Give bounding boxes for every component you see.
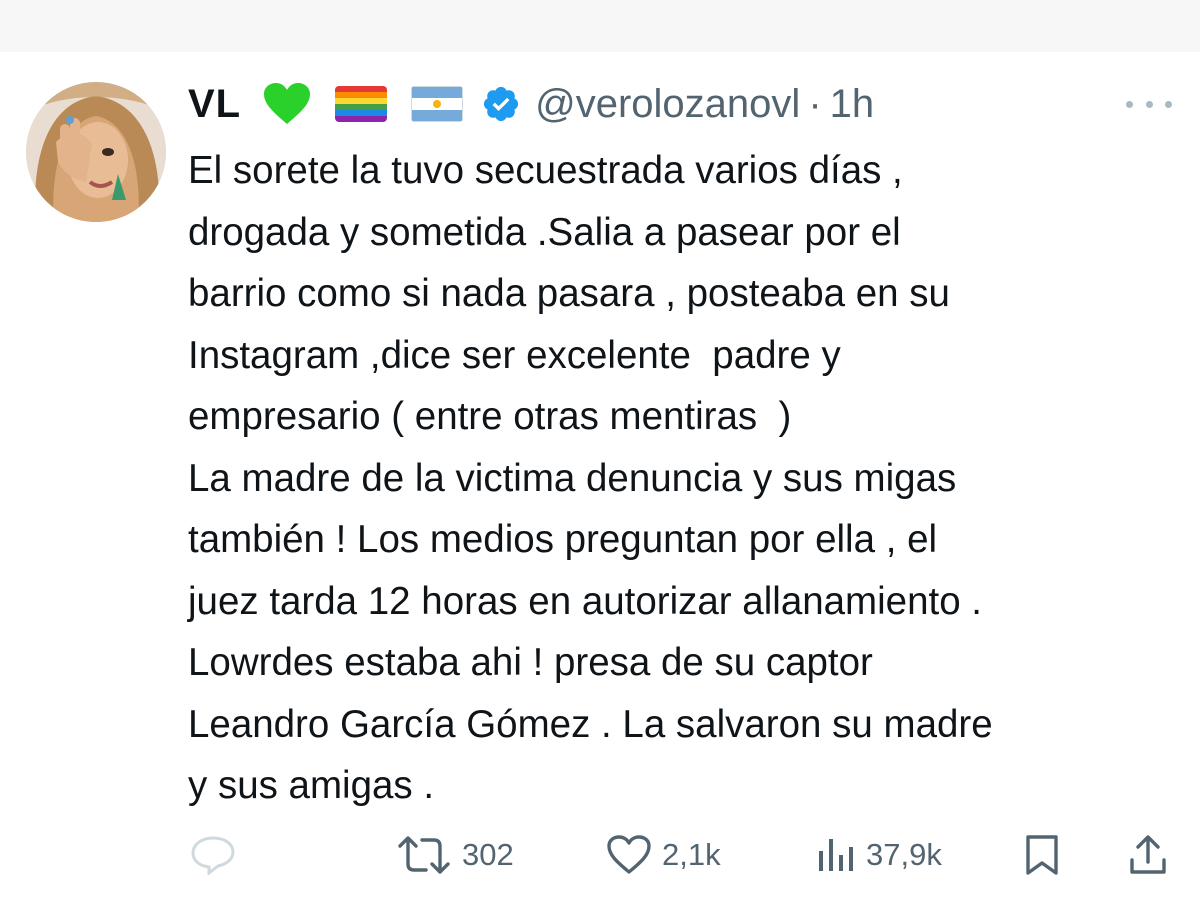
display-name[interactable]: VL	[188, 82, 241, 127]
argentina-flag-icon	[411, 86, 464, 122]
action-bar: 302 2,1k 37,9k	[0, 826, 1200, 884]
views-icon	[819, 839, 853, 871]
retweet-count: 302	[462, 837, 514, 872]
tweet-line: barrio como si nada pasara , posteaba en…	[188, 272, 950, 315]
tweet-line: drogada y sometida .Salia a pasear por e…	[188, 210, 901, 254]
more-dot	[1126, 100, 1133, 108]
tweet-line: Leandro García Gómez . La salvaron su ma…	[188, 702, 993, 746]
retweet-icon	[398, 836, 450, 874]
share-button[interactable]	[1128, 826, 1168, 884]
tweet-line: Lowrdes estaba ahi ! presa de su captor	[188, 641, 873, 684]
verified-badge-icon[interactable]	[481, 84, 521, 124]
more-dot	[1145, 100, 1153, 108]
green-heart-icon	[263, 82, 311, 126]
reply-icon	[191, 836, 235, 875]
tweet-line: también ! Los medios preguntan por ella …	[188, 518, 938, 561]
like-button[interactable]: 2,1k	[606, 826, 721, 884]
timestamp[interactable]: 1h	[830, 82, 875, 127]
more-dot	[1165, 100, 1172, 108]
heart-icon	[607, 835, 651, 874]
bookmark-icon	[1026, 835, 1058, 875]
tweet-line: El sorete la tuvo secuestrada varios día…	[188, 149, 903, 192]
bookmark-button[interactable]	[1024, 826, 1060, 884]
tweet-header: VL @verolozanovl · 1h	[188, 74, 874, 134]
avatar[interactable]	[26, 82, 166, 222]
tweet-line: juez tarda 12 horas en autorizar allanam…	[188, 579, 983, 623]
reply-button[interactable]	[190, 826, 236, 884]
tweet-text: El sorete la tuvo secuestrada varios día…	[188, 140, 1178, 817]
user-handle[interactable]: @verolozanovl	[535, 82, 800, 127]
tweet-line: La madre de la victima denuncia y sus mi…	[188, 456, 957, 500]
tweet-line: y sus amigas .	[188, 764, 435, 807]
tweet-line: Instagram ,dice ser excelente padre y	[188, 333, 841, 377]
more-options-icon[interactable]	[1126, 94, 1172, 114]
share-icon	[1130, 835, 1166, 874]
views-count: 37,9k	[866, 837, 942, 872]
avatar-image	[26, 82, 166, 222]
top-strip	[0, 0, 1200, 52]
tweet-line: empresario ( entre otras mentiras )	[188, 395, 792, 438]
like-count: 2,1k	[662, 837, 721, 872]
rainbow-flag-icon	[335, 86, 388, 122]
separator-dot: ·	[808, 81, 822, 126]
views-button[interactable]: 37,9k	[816, 826, 942, 884]
retweet-button[interactable]: 302	[396, 826, 514, 884]
